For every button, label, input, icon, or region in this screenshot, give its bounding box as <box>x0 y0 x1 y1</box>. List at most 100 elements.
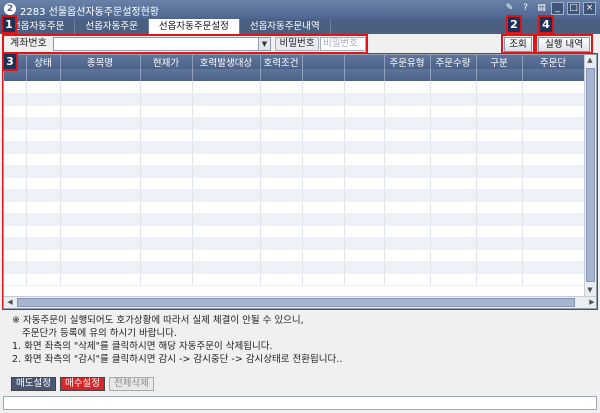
table-row[interactable] <box>4 129 585 142</box>
horizontal-scroll-thumb[interactable] <box>17 298 575 307</box>
column-header[interactable] <box>344 55 385 69</box>
chevron-down-icon[interactable]: ▼ <box>258 38 270 50</box>
table-cell <box>260 261 303 274</box>
table-cell <box>476 141 523 154</box>
table-cell <box>140 189 193 202</box>
table-row[interactable] <box>4 105 585 118</box>
query-button[interactable]: 조회 <box>504 37 532 52</box>
table-row[interactable] <box>4 165 585 178</box>
table-row[interactable] <box>4 249 585 262</box>
column-header[interactable]: 주문단 <box>522 55 585 69</box>
scroll-down-icon[interactable]: ▼ <box>585 285 595 296</box>
table-cell <box>260 165 303 178</box>
status-bar <box>3 396 597 410</box>
table-cell <box>522 153 585 166</box>
delete-all-button[interactable]: 전체삭제 <box>108 377 154 391</box>
column-header[interactable]: 호력조건 <box>260 55 303 69</box>
vertical-scroll-thumb[interactable] <box>586 68 595 282</box>
table-cell <box>476 189 523 202</box>
column-header[interactable]: 주문수량 <box>430 55 477 69</box>
table-cell <box>476 201 523 214</box>
table-cell <box>344 129 385 142</box>
close-icon[interactable]: × <box>583 2 596 15</box>
table-row[interactable] <box>4 117 585 130</box>
table-cell <box>26 273 61 286</box>
table-row[interactable] <box>4 225 585 238</box>
marker-1: 1 <box>1 15 17 34</box>
table-row[interactable] <box>4 273 585 286</box>
account-combo[interactable]: ▼ <box>53 37 271 51</box>
horizontal-scrollbar[interactable]: ◀ ▶ <box>4 296 596 308</box>
table-cell <box>302 141 345 154</box>
column-header[interactable] <box>302 55 345 69</box>
history-button[interactable]: 실행 내역 <box>538 37 590 52</box>
table-cell <box>26 141 61 154</box>
table-cell <box>60 273 141 286</box>
table-cell <box>344 117 385 130</box>
tab-item[interactable]: 선옵자동주문 <box>75 19 149 34</box>
table-cell <box>26 129 61 142</box>
table-cell <box>384 249 431 262</box>
table-cell <box>26 225 61 238</box>
table-cell <box>522 105 585 118</box>
table-cell <box>384 153 431 166</box>
table-cell <box>430 117 477 130</box>
table-row[interactable] <box>4 141 585 154</box>
table-cell <box>4 129 27 142</box>
table-cell <box>302 273 345 286</box>
table-cell <box>302 189 345 202</box>
sell-setting-button[interactable]: 매도설정 <box>11 377 56 391</box>
table-cell <box>192 93 261 106</box>
table-cell <box>60 213 141 226</box>
scroll-left-icon[interactable]: ◀ <box>5 297 15 308</box>
table-cell <box>302 225 345 238</box>
password-input[interactable]: 비밀번호 <box>320 37 366 51</box>
column-header[interactable]: 구분 <box>476 55 523 69</box>
table-row[interactable] <box>4 177 585 190</box>
tab-item[interactable]: 선옵자동주문설정 <box>148 19 240 34</box>
table-cell <box>476 273 523 286</box>
buy-setting-button[interactable]: 매수설정 <box>59 377 105 391</box>
table-cell <box>344 105 385 118</box>
column-header[interactable]: 상태 <box>26 55 61 69</box>
table-cell <box>140 141 193 154</box>
column-header[interactable]: 종목명 <box>60 55 141 69</box>
maximize-icon[interactable]: □ <box>567 2 580 15</box>
table-cell <box>26 165 61 178</box>
table-row[interactable] <box>4 237 585 250</box>
column-header[interactable]: 현재가 <box>140 55 193 69</box>
table-cell <box>260 237 303 250</box>
table-cell <box>60 129 141 142</box>
tab-item[interactable]: 선옵자동주문내역 <box>240 19 331 34</box>
help-icon[interactable]: ? <box>519 2 532 15</box>
table-cell <box>522 93 585 106</box>
table-cell <box>260 177 303 190</box>
menu-icon[interactable]: ▤ <box>535 2 548 15</box>
table-row[interactable] <box>4 201 585 214</box>
table-row[interactable] <box>4 153 585 166</box>
table-cell <box>60 261 141 274</box>
minimize-icon[interactable]: _ <box>551 2 564 15</box>
order-grid: 상태 종목명 현재가 호력발생대상 호력조건 주문유형 주문수량 구분 주문단 ▲ ▼ ◀ ▶ <box>3 54 597 309</box>
table-cell <box>26 189 61 202</box>
table-cell <box>60 189 141 202</box>
table-cell <box>26 117 61 130</box>
table-cell <box>260 153 303 166</box>
scroll-right-icon[interactable]: ▶ <box>587 297 596 308</box>
table-cell <box>26 261 61 274</box>
vertical-scrollbar[interactable]: ▲ ▼ <box>584 55 596 296</box>
table-row[interactable] <box>4 93 585 106</box>
table-cell <box>522 165 585 178</box>
column-header[interactable]: 호력발생대상 <box>192 55 261 69</box>
table-cell <box>384 201 431 214</box>
table-row[interactable] <box>4 261 585 274</box>
table-cell <box>140 261 193 274</box>
table-row[interactable] <box>4 213 585 226</box>
column-header[interactable]: 주문유형 <box>384 55 431 69</box>
table-row[interactable] <box>4 189 585 202</box>
table-cell <box>140 93 193 106</box>
table-cell <box>140 153 193 166</box>
table-row[interactable] <box>4 81 585 94</box>
scroll-up-icon[interactable]: ▲ <box>585 55 595 66</box>
pin-icon[interactable]: ✎ <box>503 2 516 15</box>
